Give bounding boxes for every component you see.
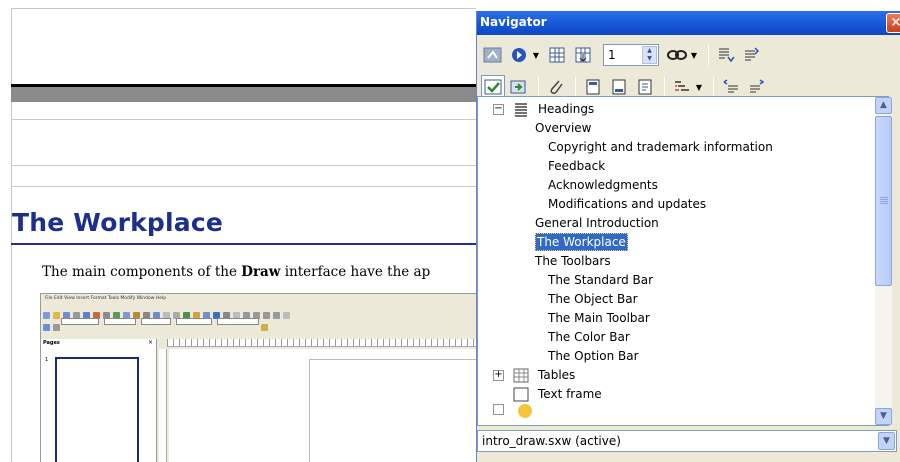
toolbar-separator: [708, 45, 709, 65]
tree-expander[interactable]: [493, 404, 504, 415]
toolbar-separator: [538, 77, 539, 97]
mini-menubar: File Edit View Insert Format Tools Modif…: [45, 296, 167, 301]
chevron-down-icon[interactable]: ▼: [878, 432, 895, 450]
page-number-value: 1: [608, 48, 616, 62]
mini-page-thumbnail: [55, 357, 139, 462]
text-boundary-line: [11, 119, 476, 120]
text-frame-icon: [513, 387, 529, 406]
toolbar-separator: [575, 77, 576, 97]
mini-pages-title: Pages: [43, 340, 60, 346]
mini-canvas: [169, 349, 476, 462]
tree-item-selected[interactable]: The Workplace: [535, 233, 628, 251]
document-select[interactable]: intro_draw.sxw (active) ▼: [477, 430, 897, 452]
mini-pages-panel: Pages × 1: [41, 339, 157, 462]
tree-expander[interactable]: +: [493, 370, 504, 381]
stepper-arrows[interactable]: ▲ ▼: [642, 46, 657, 64]
navigator-titlebar[interactable]: Navigator ×: [477, 11, 900, 35]
page-number-stepper[interactable]: 1 ▲ ▼: [603, 44, 659, 66]
mini-standard-toolbar: [41, 304, 476, 319]
document-heading: The Workplace: [12, 208, 224, 237]
tree-item[interactable]: The Object Bar: [548, 290, 638, 308]
mini-object-toolbar: [41, 316, 476, 331]
toolbar-separator: [713, 77, 714, 97]
navigation-dropdown-arrow[interactable]: ▼: [531, 43, 541, 67]
tree-item[interactable]: The Main Toolbar: [548, 309, 650, 327]
scroll-up-button[interactable]: ▲: [875, 97, 892, 114]
document-body-text: The main components of the Draw interfac…: [42, 264, 430, 280]
text-boundary-line: [11, 165, 476, 166]
mini-vertical-ruler: [159, 349, 167, 462]
table-icon: [513, 368, 529, 387]
tree-item[interactable]: Text frame: [538, 385, 602, 403]
tree-item[interactable]: Modifications and updates: [548, 195, 706, 213]
scroll-thumb[interactable]: [875, 116, 892, 286]
tree-item[interactable]: The Color Bar: [548, 328, 630, 346]
mini-horizontal-ruler: [167, 339, 476, 347]
tree-item[interactable]: The Standard Bar: [548, 271, 653, 289]
tree-item[interactable]: Feedback: [548, 157, 605, 175]
body-text-prefix: The main components of the: [42, 264, 242, 280]
tree-item[interactable]: The Toolbars: [535, 252, 611, 270]
draw-interface-screenshot: File Edit View Insert Format Tools Modif…: [40, 293, 476, 462]
tree-item[interactable]: Tables: [538, 366, 575, 384]
mini-page-number: 1: [45, 357, 49, 363]
previous-icon[interactable]: [545, 43, 569, 67]
document-view[interactable]: The Workplace The main components of the…: [0, 0, 476, 462]
close-button[interactable]: ×: [886, 13, 900, 33]
body-text-bold: Draw: [241, 264, 281, 280]
tree-item[interactable]: Acknowledgments: [548, 176, 658, 194]
demote-level-icon[interactable]: [740, 43, 764, 67]
promote-level-icon[interactable]: [714, 43, 738, 67]
headings-icon: [513, 102, 529, 121]
toolbar-separator: [664, 77, 665, 97]
heading-underline: [11, 243, 476, 245]
navigation-icon[interactable]: [507, 43, 531, 67]
drag-mode-dropdown-arrow[interactable]: ▼: [689, 43, 699, 67]
tree-item[interactable]: Copyright and trademark information: [548, 138, 773, 156]
vertical-scrollbar[interactable]: ▲ ▼: [875, 97, 892, 425]
tree-expander[interactable]: −: [493, 104, 504, 115]
toggle-icon[interactable]: [481, 43, 505, 67]
page-header-band: [11, 84, 476, 102]
navigator-toolbar-1: ▼ 1 ▲ ▼ ▼: [481, 41, 766, 69]
tree-item[interactable]: Overview: [535, 119, 592, 137]
next-icon[interactable]: [571, 43, 595, 67]
text-boundary-line: [11, 186, 476, 187]
document-select-value: intro_draw.sxw (active): [482, 434, 621, 448]
tree-item[interactable]: General Introduction: [535, 214, 659, 232]
body-text-suffix: interface have the ap: [280, 264, 431, 280]
tree-item[interactable]: The Option Bar: [548, 347, 639, 365]
mini-close-icon: ×: [147, 339, 153, 346]
content-tree[interactable]: − Headings Overview Copyright and trademark…: [477, 96, 889, 426]
navigator-window: Navigator × ▼ 1 ▲ ▼ ▼ ▼ − Headings Overv…: [476, 11, 900, 462]
drag-mode-icon[interactable]: [665, 43, 689, 67]
navigator-title: Navigator: [480, 15, 547, 29]
scroll-down-button[interactable]: ▼: [875, 408, 892, 425]
graphics-icon: [518, 404, 532, 418]
screen: The Workplace The main components of the…: [0, 0, 900, 462]
tree-item[interactable]: Headings: [538, 100, 594, 118]
